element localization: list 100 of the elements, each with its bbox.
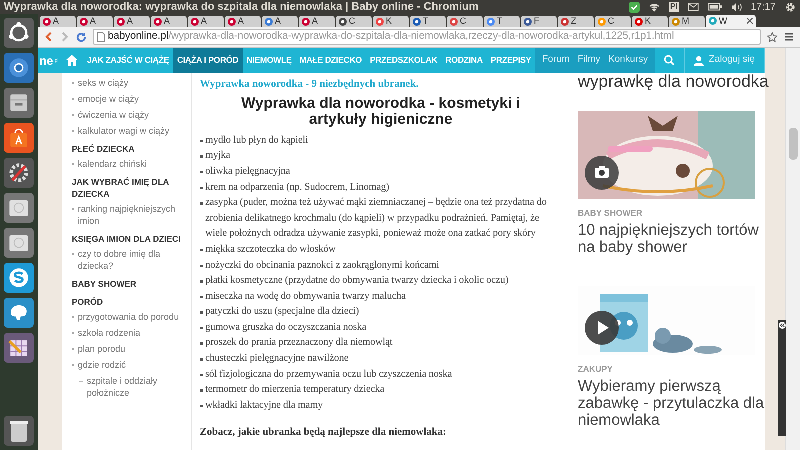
gear-wrench-launcher-button[interactable] [4,158,34,188]
browser-tab[interactable]: C [336,16,372,27]
keyboard-layout-indicator[interactable]: Pl [669,2,679,12]
favicon-icon [376,18,384,26]
sidebar-link[interactable]: szpitale i oddziały położnicze [87,375,187,399]
sidebar-link[interactable]: kalendarz chiński [78,158,148,170]
sidebar-link[interactable]: szkoła rodzenia [78,327,141,339]
browser-tab[interactable]: K [373,16,409,27]
browser-tab[interactable]: W [706,15,756,27]
card-title[interactable]: 10 najpiękniejszych tortów na baby shower [578,222,769,256]
browser-tab[interactable]: M [669,16,705,27]
page-icon [97,32,105,42]
mail-icon[interactable] [688,3,699,11]
nav-link[interactable]: CIĄŻA I PORÓD [173,48,243,73]
browser-tab[interactable]: A [262,16,298,27]
favicon-icon [80,18,88,26]
browser-tab[interactable]: A [225,16,261,27]
sidebar-link[interactable]: gdzie rodzić [78,359,126,371]
sidebar-link[interactable]: plan porodu [78,343,126,355]
list-item-text: chusteczki pielęgnacyjne nawilżone [206,352,349,366]
battery-icon[interactable] [708,3,722,11]
scrollbar-thumb[interactable] [789,128,798,160]
wifi-icon[interactable] [649,2,660,12]
list-item-text: sól fizjologiczna do przemywania oczu lub czyszczenia noska [206,368,452,382]
favicon-icon [265,18,273,26]
favicon-icon [635,18,643,26]
list-item-text: termometr do mierzenia temperatury dziecka [206,383,385,398]
article-heading: Wyprawka dla noworodka - kosmetyki i artykuły higieniczne [240,96,522,128]
camera-icon [585,156,619,190]
play-icon[interactable] [585,310,619,345]
sidebar-link[interactable]: ranking najpiękniejszych imion [78,203,187,227]
shopping-bag-launcher-button[interactable] [4,123,34,153]
favicon-icon [450,18,458,26]
drive-launcher-button[interactable] [4,228,34,258]
browser-tab[interactable]: Z [558,16,594,27]
browser-tab[interactable]: T [484,16,520,27]
article-subheading: Zobacz, jakie ubranka będą najlepsze dla niemowlaka: [200,426,448,440]
file-cabinet-launcher-button[interactable] [4,88,34,118]
search-icon [664,55,676,66]
list-item-text: gumowa gruszka do oczyszczania noska [206,320,367,335]
sidebar-link[interactable]: czy to dobre imię dla dziecka? [78,248,187,272]
favicon-icon [191,18,199,26]
favicon-icon [43,18,51,26]
related-title[interactable]: wyprawkę dla noworodka [578,73,769,91]
window-title: Wyprawka dla noworodka: wyprawka do szpitala dla niemowlaka | Baby online - Chromium [4,0,479,15]
chat-launcher-button[interactable] [4,263,34,293]
back-icon[interactable] [44,32,54,42]
collapse-icon[interactable] [778,322,786,329]
settings-icon[interactable] [785,2,796,12]
list-item-text: myjka [206,149,230,164]
check-icon [629,2,640,12]
browser-tab[interactable]: K [632,16,668,27]
favicon-icon [339,18,347,26]
favicon-icon [487,18,495,26]
list-item-text: miękka szczoteczka do włosków [206,242,336,257]
browser-tab[interactable]: F [521,16,557,27]
list-item-text: wkładki laktacyjne dla mamy [206,398,324,413]
favicon-icon [524,18,532,26]
grid-pencil-launcher-button[interactable] [4,333,34,363]
trash-icon [8,419,30,443]
browser-tab[interactable]: A [151,16,187,27]
browser-tab[interactable]: A [188,16,224,27]
close-icon[interactable] [747,18,753,24]
browser-tab[interactable]: T [410,16,446,27]
browser-tab[interactable]: A [299,16,335,27]
browser-tab[interactable]: A [40,16,76,27]
list-item-text: mydło lub płyn do kąpieli [206,134,308,148]
card-title[interactable]: Wybieramy pierwszą zabawkę - przytulaczka dla niemowlaka [578,378,769,428]
menu-icon[interactable] [784,32,794,42]
sidebar-link[interactable]: seks w ciąży [78,77,129,89]
sidebar-link[interactable]: ćwiczenia w ciąży [78,109,150,121]
sidebar-heading[interactable]: PORÓD [72,296,187,308]
browser-launcher-button[interactable] [4,53,34,83]
list-item-text: miseczka na wodę do obmywania twarzy malucha [206,290,406,304]
drive-launcher-button[interactable] [4,193,34,223]
favicon-icon [561,18,569,26]
sidebar-heading[interactable]: JAK WYBRAĆ IMIĘ DLA DZIECKA [72,176,187,200]
favicon-icon [672,18,680,26]
favicon-icon [598,18,606,26]
sidebar-heading[interactable]: BABY SHOWER [72,278,187,290]
list-item-text: patyczki do uszu (specjalne dla dzieci) [206,305,360,320]
favicon-icon [117,18,125,26]
volume-icon[interactable] [730,2,742,12]
sidebar-link[interactable]: przygotowania do porodu [78,311,180,323]
browser-tab[interactable]: C [595,16,631,27]
favicon-icon [413,18,421,26]
browser-tab[interactable]: C [447,16,483,27]
clock[interactable]: 17:17 [750,0,776,14]
browser-tab[interactable]: A [77,16,113,27]
bookmark-star-icon[interactable] [767,32,778,42]
sidebar-link[interactable]: emocje w ciąży [78,93,140,105]
address-field[interactable]: babyonline.pl/wyprawka-dla-noworodka-wyprawka-do-szpitala-dla-niemowlaka,rzeczy-dla-noworodka-artykul,1225,r1p1.html [93,29,761,45]
trash-launcher-button[interactable] [4,416,34,446]
sidebar-heading[interactable]: PŁEĆ DZIECKA [72,143,187,155]
sidebar-link[interactable]: kalkulator wagi w ciąży [78,125,170,137]
favicon-icon [154,18,162,26]
browser-tab[interactable]: A [114,16,150,27]
list-item-text: płatki kosmetyczne (przydatne do obmywania twarzy dziecka i okolic oczu) [206,274,509,288]
sidebar-heading[interactable]: KSIĘGA IMION DLA DZIECI [72,233,187,245]
reload-icon[interactable] [76,32,87,42]
